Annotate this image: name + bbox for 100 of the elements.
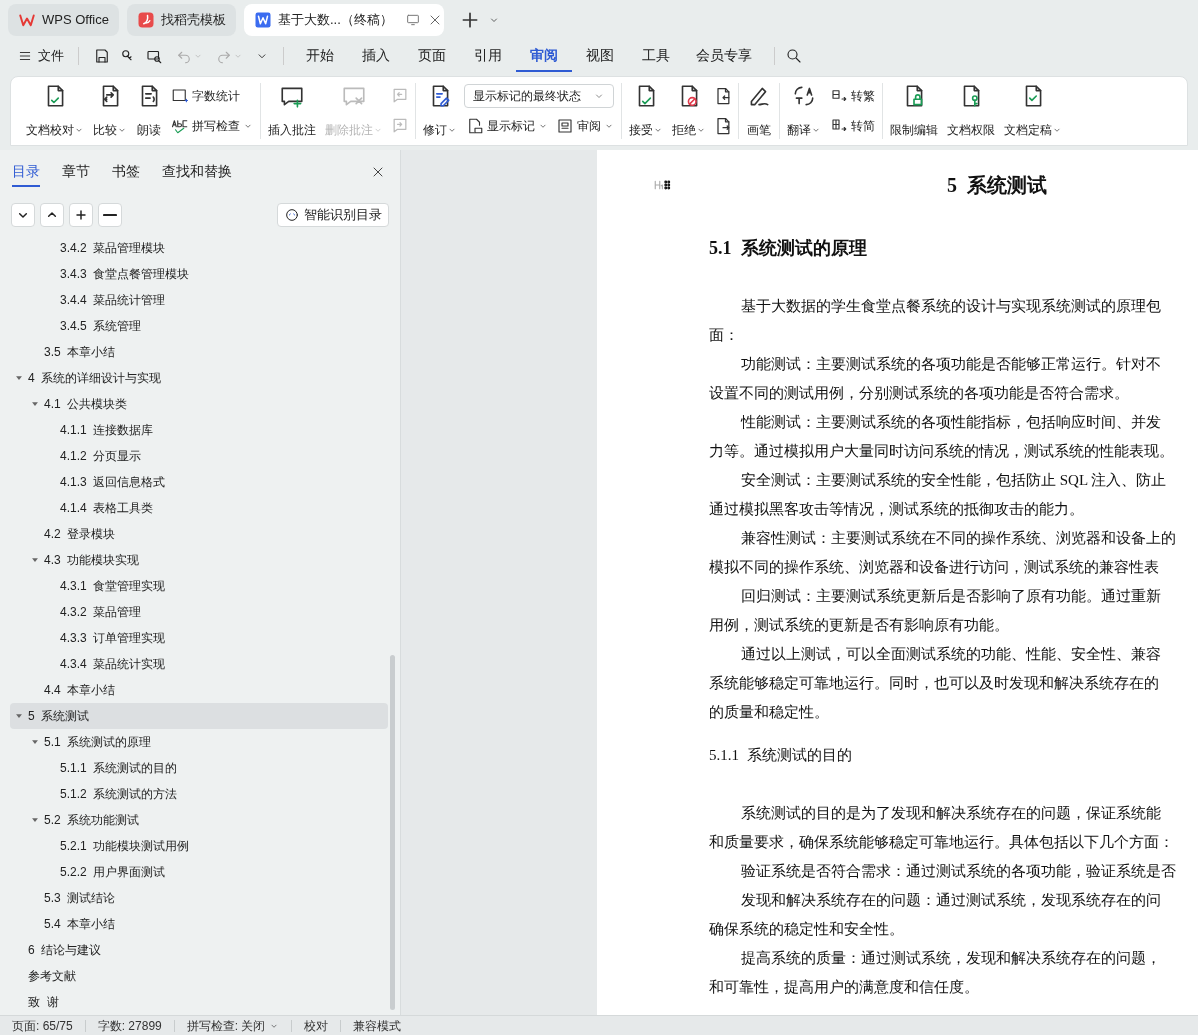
paragraph-line: 提高系统的质量：通过测试系统，发现和解决系统存在的问题， [741, 949, 1161, 968]
browser-tab[interactable]: 基于大数...（终稿） [243, 4, 444, 36]
paragraph-line: 模拟不同的操作系统、浏览器和设备进行访问，测试系统的兼容性表 [709, 558, 1159, 577]
toc-item[interactable]: 4.3.4 菜品统计实现 [10, 651, 388, 677]
toolbar-button[interactable]: 朗读 [132, 81, 166, 141]
toc-item[interactable]: 5.2 系统功能测试 [10, 807, 388, 833]
toolbar-button[interactable]: 翻译 [783, 81, 825, 141]
menu-tab[interactable]: 开始 [292, 40, 348, 72]
toolbar-button[interactable]: 转繁 [828, 84, 877, 108]
toc-item[interactable]: 5.3 测试结论 [10, 885, 388, 911]
toc-item[interactable]: 4 系统的详细设计与实现 [10, 365, 388, 391]
toc-item[interactable]: 5.1.2 系统测试的方法 [10, 781, 388, 807]
toc-item[interactable]: 5.1 系统测试的原理 [10, 729, 388, 755]
toc-item[interactable]: 4.3.3 订单管理实现 [10, 625, 388, 651]
menu-tab[interactable]: 插入 [348, 40, 404, 72]
toolbar-button[interactable]: 文档定稿 [1000, 81, 1066, 141]
minus-icon [103, 213, 117, 217]
logo-icon [136, 11, 155, 29]
toc-item[interactable]: 4.3 功能模块实现 [10, 547, 388, 573]
smart-icon [284, 207, 300, 223]
outline-control-button[interactable] [69, 203, 93, 227]
menu-tab[interactable]: 会员专享 [684, 40, 764, 72]
document-icon [253, 11, 272, 29]
toolbar-button[interactable]: 字数统计 [169, 84, 242, 108]
toolbar-button[interactable]: 接受 [625, 81, 667, 141]
toc-item[interactable]: 4.1.1 连接数据库 [10, 417, 388, 443]
status-dropdown[interactable]: 拼写检查: 关闭 [174, 1016, 292, 1035]
sidebar-tab[interactable]: 查找和替换 [162, 157, 232, 187]
search-icon [785, 47, 803, 65]
toc-item[interactable]: 3.4.4 菜品统计管理 [10, 287, 388, 313]
toc-item[interactable]: 致 谢 [10, 989, 388, 1015]
toolbar-button[interactable]: 文档校对 [22, 81, 88, 141]
paragraph-line: 发现和解决系统存在的问题：通过测试系统，发现系统存在的问 [741, 891, 1161, 910]
paragraph-line: 安全测试：主要测试系统的安全性能，包括防止 SQL 注入、防止 [741, 471, 1167, 490]
toc-item[interactable]: 4.3.2 菜品管理 [10, 599, 388, 625]
scrollbar-thumb[interactable] [390, 655, 395, 1010]
toc-item[interactable]: 4.1 公共模块类 [10, 391, 388, 417]
toc-item[interactable]: 5.2.2 用户界面测试 [10, 859, 388, 885]
paragraph-line: 功能测试：主要测试系统的各项功能是否能够正常运行。针对不 [741, 355, 1161, 374]
toolbar-button[interactable]: 审阅 [554, 114, 616, 138]
chapter-heading: 5 系统测试 [947, 173, 1047, 198]
show-markup-icon [466, 117, 484, 135]
toc-item[interactable]: 3.4.3 食堂点餐管理模块 [10, 261, 388, 287]
toolbar-button[interactable]: 插入批注 [264, 81, 320, 141]
toolbar-button[interactable]: 比较 [89, 81, 131, 141]
status-text: 校对 [303, 1017, 330, 1035]
paragraph-line: 通过模拟黑客攻击等情况，测试系统的抵御攻击的能力。 [709, 500, 1084, 519]
paragraph-line: 系统能够稳定可靠地运行。同时，也可以及时发现和解决系统存在的 [709, 674, 1159, 693]
subsection-heading: 5.1.1 系统测试的目的 [709, 745, 852, 765]
menu-tab[interactable]: 引用 [460, 40, 516, 72]
paragraph-line: 的质量和稳定性。 [709, 703, 829, 722]
toc-item[interactable]: 4.1.4 表格工具类 [10, 495, 388, 521]
toolbar-button[interactable]: 限制编辑 [886, 81, 942, 141]
browser-tab[interactable]: WPS Office [8, 4, 119, 36]
toolbar-button[interactable]: 转简 [828, 114, 877, 138]
paragraph-line: 和质量要求，确保系统能够稳定可靠地运行。具体包括以下几个方面： [709, 833, 1174, 852]
spellcheck-icon [171, 117, 189, 135]
paragraph-line: 力等。通过模拟用户大量同时访问系统的情况，测试系统的性能表现。 [709, 442, 1174, 461]
paragraph-line: 验证系统是否符合需求：通过测试系统的各项功能，验证系统是否 [741, 862, 1176, 881]
menu-tab[interactable]: 页面 [404, 40, 460, 72]
toc-item[interactable]: 5 系统测试 [10, 703, 388, 729]
toolbar-button[interactable]: 显示标记 [464, 114, 550, 138]
sidebar-tab[interactable]: 目录 [12, 157, 40, 187]
toc-item[interactable]: 3.5 本章小结 [10, 339, 388, 365]
paragraph-line: 设置不同的测试用例，分别测试系统的各项功能是否符合需求。 [709, 384, 1129, 403]
browser-tab[interactable]: 找稻壳模板 [126, 4, 236, 36]
sidebar-tab[interactable]: 书签 [112, 157, 140, 187]
toc-item[interactable]: 5.1.1 系统测试的目的 [10, 755, 388, 781]
toc-item[interactable]: 5.2.1 功能模块测试用例 [10, 833, 388, 859]
paragraph-line: 和可靠性，提高用户的满意度和信任度。 [709, 978, 979, 997]
toc-item[interactable]: 4.1.2 分页显示 [10, 443, 388, 469]
status-text: 兼容模式 [352, 1017, 403, 1035]
toolbar-button[interactable]: 拒绝 [668, 81, 710, 141]
menu-tab[interactable]: 审阅 [516, 40, 572, 72]
markup-dropdown[interactable]: 显示标记的最终状态 [464, 84, 614, 108]
review-pane-icon [556, 117, 574, 135]
toc-item[interactable]: 4.3.1 食堂管理实现 [10, 573, 388, 599]
toc-item[interactable]: 4.2 登录模块 [10, 521, 388, 547]
toc-item[interactable]: 6 结论与建议 [10, 937, 388, 963]
toc-item[interactable]: 参考文献 [10, 963, 388, 989]
toc-item[interactable]: 3.4.2 菜品管理模块 [10, 235, 388, 261]
file-menu[interactable]: 文件 [14, 43, 68, 69]
menu-tab[interactable]: 视图 [572, 40, 628, 72]
sidebar-tab[interactable]: 章节 [62, 157, 90, 187]
toc-item[interactable]: 3.4.5 系统管理 [10, 313, 388, 339]
paragraph-line: 回归测试：主要测试系统更新后是否影响了原有功能。通过重新 [741, 587, 1161, 606]
toc-item[interactable]: 4.1.3 返回信息格式 [10, 469, 388, 495]
menu-tab[interactable]: 工具 [628, 40, 684, 72]
toolbar-button[interactable]: 画笔 [742, 81, 776, 141]
toc-item[interactable]: 5.4 本章小结 [10, 911, 388, 937]
smart-toc-button[interactable]: 智能识别目录 [277, 203, 389, 227]
paragraph-line: 面： [709, 326, 739, 345]
outline-control-button[interactable] [98, 203, 122, 227]
toolbar-button[interactable]: 文档权限 [943, 81, 999, 141]
toc-item[interactable]: 4.4 本章小结 [10, 677, 388, 703]
toolbar-button[interactable]: 修订 [419, 81, 461, 141]
toolbar-button[interactable]: 拼写检查 [169, 114, 255, 138]
paragraph-line: 系统测试的目的是为了发现和解决系统存在的问题，保证系统能 [741, 804, 1161, 823]
paragraph-line: 兼容性测试：主要测试系统在不同的操作系统、浏览器和设备上的 [741, 529, 1176, 548]
monitor-icon [404, 12, 421, 28]
